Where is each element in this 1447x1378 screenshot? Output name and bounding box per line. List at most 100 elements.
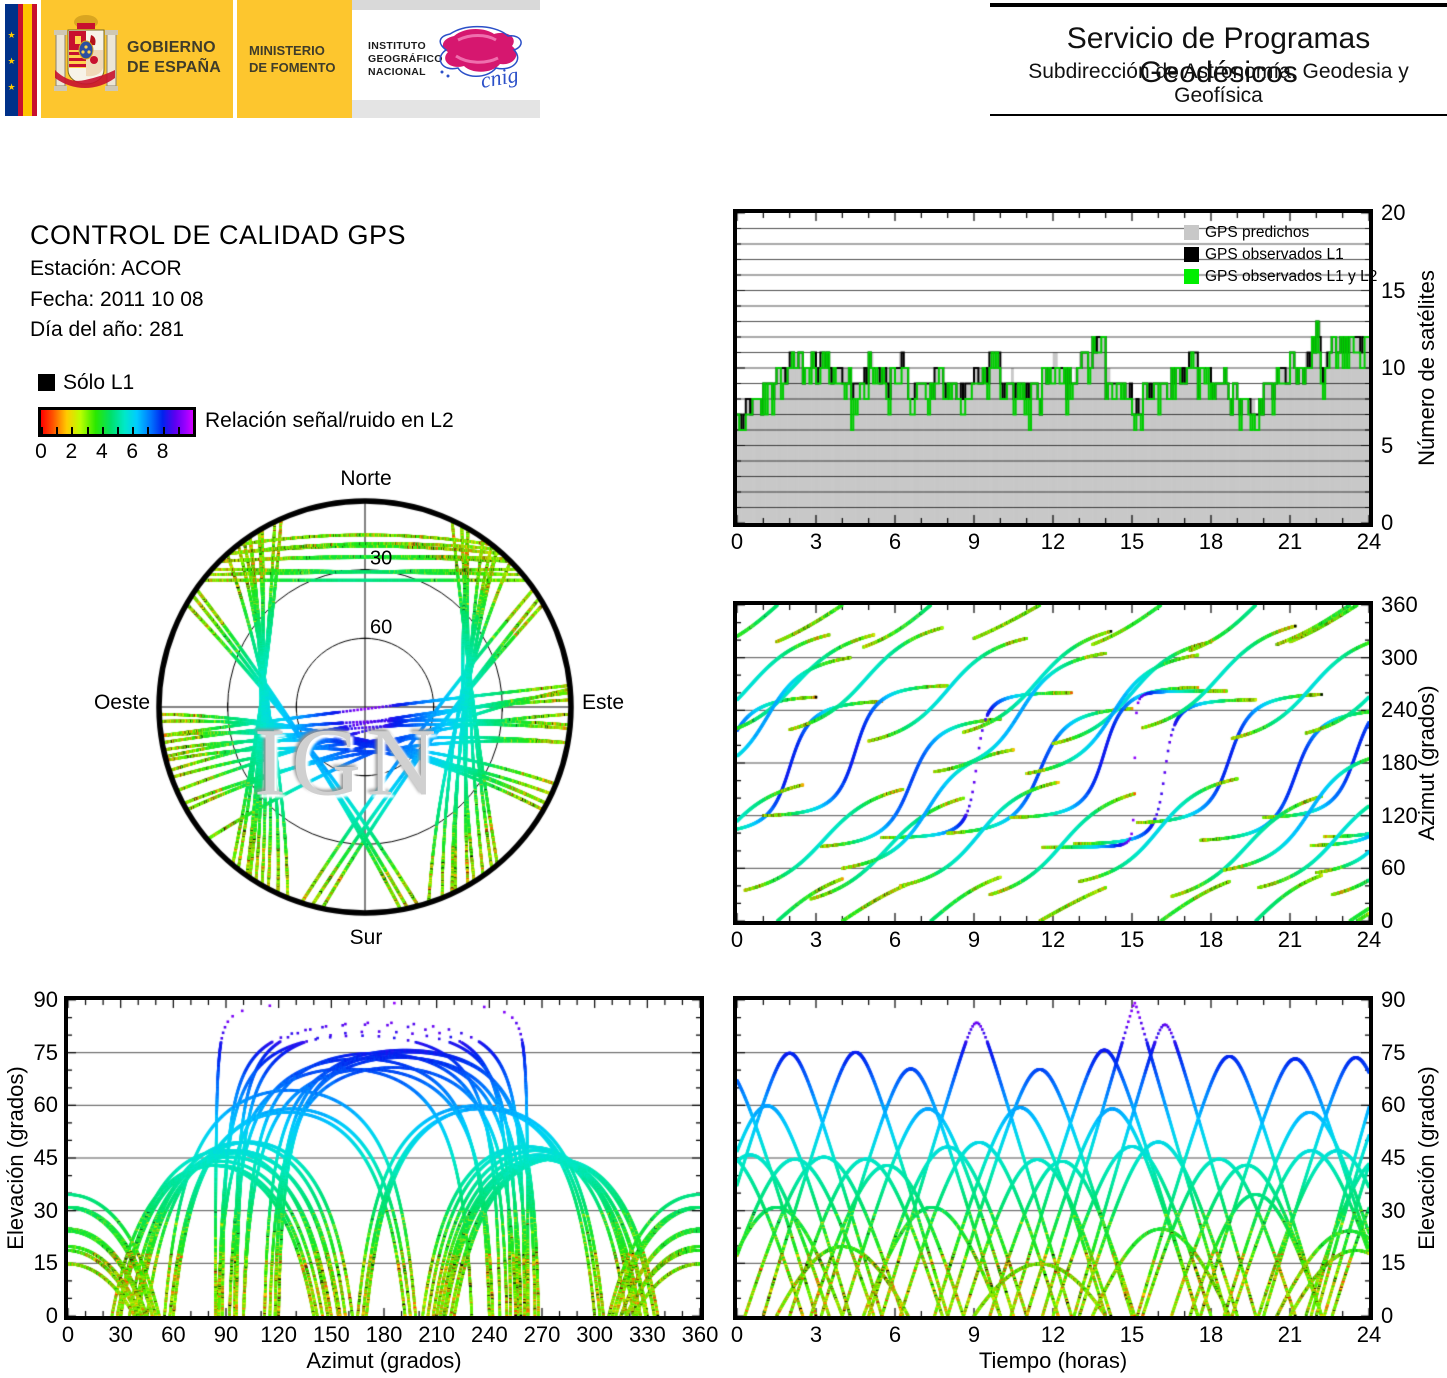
spain-flag-yellow-stripe <box>23 4 32 116</box>
legend-swatch-observed-l1 <box>1184 246 1199 262</box>
tick-label: 270 <box>523 1322 561 1347</box>
gobierno-logo-block: GOBIERNO DE ESPAÑA <box>41 0 233 118</box>
gps-quality-report-page: ★★★ GOBIERNO DE ESPAÑA MINISTERIO DE FOM… <box>0 0 1447 1378</box>
tick-label: 180 <box>365 1322 403 1347</box>
tick-label: 3 <box>809 1322 823 1347</box>
tick-label: 6 <box>126 440 139 463</box>
elevation-azimuth-chart <box>64 996 704 1320</box>
tick-label: 360 <box>1381 592 1418 617</box>
eu-stars-icon: ★★★ <box>7 30 16 92</box>
tick-label: 8 <box>156 440 169 463</box>
snr-colorbar <box>38 407 196 437</box>
spain-coat-of-arms-icon <box>54 15 118 91</box>
service-subtitle: Subdirección de Astronomía, Geodesia y G… <box>1028 60 1409 107</box>
tick-label: 300 <box>1381 644 1418 670</box>
elevation-time-chart <box>733 996 1373 1320</box>
tick-label: 150 <box>312 1322 350 1347</box>
tick-label: 6 <box>888 927 902 952</box>
tick-label: 15 <box>1381 277 1406 303</box>
tick-label: 75 <box>1381 1039 1406 1065</box>
satellite-count-legend: GPS predichos GPS observados L1 GPS obse… <box>1184 221 1377 287</box>
legend-item-predicted: GPS predichos <box>1184 221 1377 243</box>
ylabel-elevation-right: Elevación (grados) <box>1414 1066 1439 1250</box>
eu-flag: ★★★ <box>5 4 18 116</box>
tick-label: 120 <box>1381 802 1418 828</box>
tick-label: 21 <box>1277 1322 1303 1347</box>
tick-label: 12 <box>1040 927 1066 952</box>
tick-label: 24 <box>1356 927 1382 952</box>
doy-line: Día del año: 281 <box>30 318 185 341</box>
colorbar-tick <box>101 427 104 434</box>
tick-label: 90 <box>213 1322 239 1347</box>
tick-label: 0 <box>35 440 47 463</box>
legend-label: GPS observados L1 y L2 <box>1205 267 1378 285</box>
tick-label: 210 <box>418 1322 456 1347</box>
tick-label: 15 <box>1381 1250 1406 1276</box>
tick-label: 24 <box>1356 529 1382 554</box>
sky-label-east: Este <box>582 691 625 714</box>
ign-watermark: IGN <box>254 708 442 816</box>
tick-label: 12 <box>1040 1322 1066 1347</box>
tick-label: 0 <box>1381 908 1394 933</box>
tick-label: 15 <box>33 1250 58 1276</box>
tick-label: 0 <box>45 1303 58 1328</box>
ministerio-logo-block: MINISTERIO DE FOMENTO <box>237 0 352 118</box>
legend-label: GPS predichos <box>1205 223 1310 241</box>
sky-ring-label-30: 30 <box>370 547 393 570</box>
tick-label: 6 <box>888 529 902 554</box>
tick-label: 0 <box>730 1322 744 1347</box>
cnig-text: cnig <box>479 62 521 93</box>
tick-label: 18 <box>1198 1322 1224 1347</box>
elevation-time-canvas <box>737 1000 1369 1316</box>
tick-label: 90 <box>1381 987 1406 1012</box>
gray-strip <box>352 0 540 10</box>
azimuth-time-canvas <box>737 605 1369 921</box>
elevation-azimuth-canvas <box>68 1000 700 1316</box>
tick-label: 4 <box>95 440 108 463</box>
tick-label: 75 <box>33 1039 58 1065</box>
azimuth-time-chart <box>733 601 1373 925</box>
ylabel-azimuth: Azimut (grados) <box>1414 685 1439 841</box>
ministerio-line2: DE FOMENTO <box>249 60 336 75</box>
tick-label: 300 <box>576 1322 614 1347</box>
tick-label: 0 <box>61 1322 75 1347</box>
tick-label: 90 <box>33 987 58 1012</box>
tick-label: 330 <box>628 1322 666 1347</box>
tick-label: 360 <box>681 1322 719 1347</box>
tick-label: 60 <box>1381 1092 1406 1118</box>
tick-label: 30 <box>1381 1197 1406 1223</box>
ylabel-satellite-count: Número de satélites <box>1414 270 1439 466</box>
tick-label: 60 <box>161 1322 186 1347</box>
tick-label: 180 <box>1381 750 1418 775</box>
tick-label: 6 <box>888 1322 902 1347</box>
ign-logo-block: INSTITUTO GEOGRÁFICO NACIONAL cnig <box>352 0 540 118</box>
tick-label: 0 <box>1381 1303 1394 1328</box>
tick-label: 18 <box>1198 927 1224 952</box>
colorbar-tick <box>56 427 59 434</box>
colorbar-tick <box>117 427 119 434</box>
xlabel-azimuth: Azimut (grados) <box>306 1348 462 1373</box>
colorbar-tick <box>147 427 150 434</box>
tick-label: 30 <box>108 1322 133 1347</box>
tick-label: 0 <box>730 927 744 952</box>
tick-label: 20 <box>1381 200 1406 225</box>
legend-swatch-observed-l1l2 <box>1184 268 1199 284</box>
l1-only-label: Sólo L1 <box>63 371 135 394</box>
legend-swatch-predicted <box>1184 224 1199 240</box>
gobierno-line1: GOBIERNO <box>127 39 216 56</box>
tick-label: 15 <box>1119 529 1145 554</box>
colorbar-tick <box>177 427 180 434</box>
cnig-logo-icon: cnig <box>439 25 522 93</box>
colorbar-tick <box>162 427 165 434</box>
tick-label: 21 <box>1277 529 1303 554</box>
ministerio-line1: MINISTERIO <box>249 43 325 58</box>
colorbar-tick <box>132 427 135 434</box>
tick-label: 18 <box>1198 529 1224 554</box>
tick-label: 15 <box>1119 927 1145 952</box>
tick-label: 45 <box>33 1145 58 1170</box>
snr-colorbar-label: Relación señal/ruido en L2 <box>205 409 454 432</box>
tick-label: 0 <box>730 529 744 554</box>
tick-label: 5 <box>1381 432 1394 458</box>
date-line: Fecha: 2011 10 08 <box>30 288 204 311</box>
sky-ring-label-60: 60 <box>370 616 393 639</box>
